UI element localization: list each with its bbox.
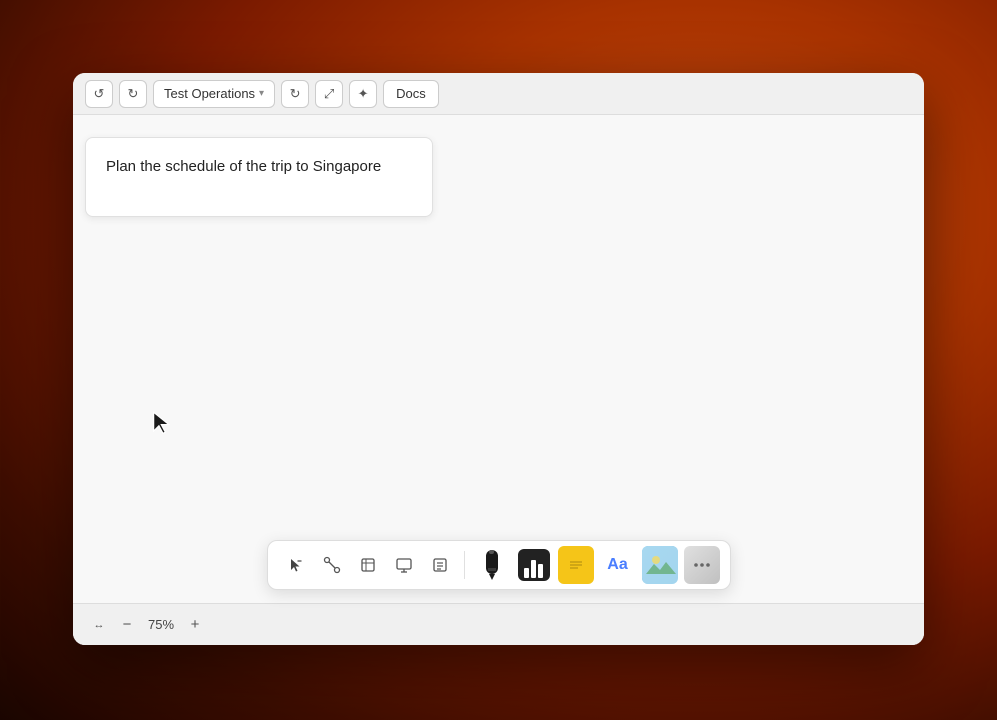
app-window: ↺ ↻ Test Operations ▾ ↻ ⤢ ✦ Docs Plan th… <box>73 73 924 645</box>
title-label: Test Operations <box>164 86 255 101</box>
frame-tool-button[interactable] <box>351 548 385 582</box>
undo-button[interactable]: ↺ <box>85 80 113 108</box>
image-tool-button[interactable] <box>642 547 678 583</box>
undo-icon: ↺ <box>94 86 105 102</box>
canvas-area[interactable]: Plan the schedule of the trip to Singapo… <box>73 115 924 645</box>
toolbar-separator <box>464 551 465 579</box>
sticky-card-text: Plan the schedule of the trip to Singapo… <box>106 158 381 175</box>
mouse-cursor <box>151 410 175 438</box>
settings-icon: ✦ <box>358 86 369 102</box>
sticky-note-tool-button[interactable] <box>558 547 594 583</box>
bottom-toolbar: Aa <box>267 540 731 590</box>
expand-button[interactable]: ⤢ <box>315 80 343 108</box>
zoom-out-button[interactable]: − <box>117 615 137 635</box>
chart-icon <box>518 549 550 581</box>
zoom-in-button[interactable]: + <box>185 615 205 635</box>
chart-tool-button[interactable] <box>516 547 552 583</box>
chart-bar-2 <box>531 560 536 578</box>
title-dropdown-button[interactable]: Test Operations ▾ <box>153 80 275 108</box>
more-tool-button[interactable] <box>684 547 720 583</box>
text-tool-button[interactable]: Aa <box>600 547 636 583</box>
pen-tool-button[interactable] <box>474 547 510 583</box>
chart-bar-3 <box>538 564 543 578</box>
redo-button[interactable]: ↻ <box>119 80 147 108</box>
chevron-down-icon: ▾ <box>259 88 264 99</box>
connect-tool-button[interactable] <box>315 548 349 582</box>
redo-icon: ↻ <box>128 86 139 102</box>
docs-button[interactable]: Docs <box>383 80 439 108</box>
toolbar: ↺ ↻ Test Operations ▾ ↻ ⤢ ✦ Docs <box>73 73 924 115</box>
refresh-icon: ↻ <box>290 86 301 102</box>
expand-icon: ⤢ <box>324 86 334 102</box>
chart-bar-1 <box>524 568 529 578</box>
text-tool-icon: Aa <box>607 556 627 574</box>
docs-label: Docs <box>396 86 426 101</box>
status-bar: ↔ − 75% + <box>73 603 924 645</box>
settings-button[interactable]: ✦ <box>349 80 377 108</box>
yellow-sticky-icon <box>558 546 594 584</box>
present-tool-button[interactable] <box>387 548 421 582</box>
note-tool-button[interactable] <box>423 548 457 582</box>
image-tool-icon <box>642 546 678 584</box>
select-tool-button[interactable] <box>279 548 313 582</box>
fit-to-screen-button[interactable]: ↔ <box>89 615 109 635</box>
refresh-button[interactable]: ↻ <box>281 80 309 108</box>
sticky-card[interactable]: Plan the schedule of the trip to Singapo… <box>85 137 433 217</box>
more-tools-icon <box>684 546 720 584</box>
zoom-level-label: 75% <box>145 617 177 632</box>
